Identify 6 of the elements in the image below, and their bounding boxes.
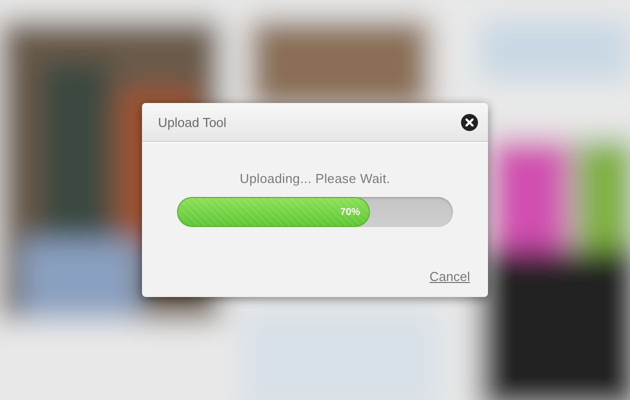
dialog-title: Upload Tool: [158, 114, 226, 130]
close-button[interactable]: [461, 114, 478, 130]
progress-reading: 70%: [340, 206, 362, 218]
close-icon: [465, 118, 474, 126]
status-message: Uploading... Please Wait.: [240, 171, 390, 186]
cancel-link[interactable]: Cancel: [430, 269, 470, 284]
